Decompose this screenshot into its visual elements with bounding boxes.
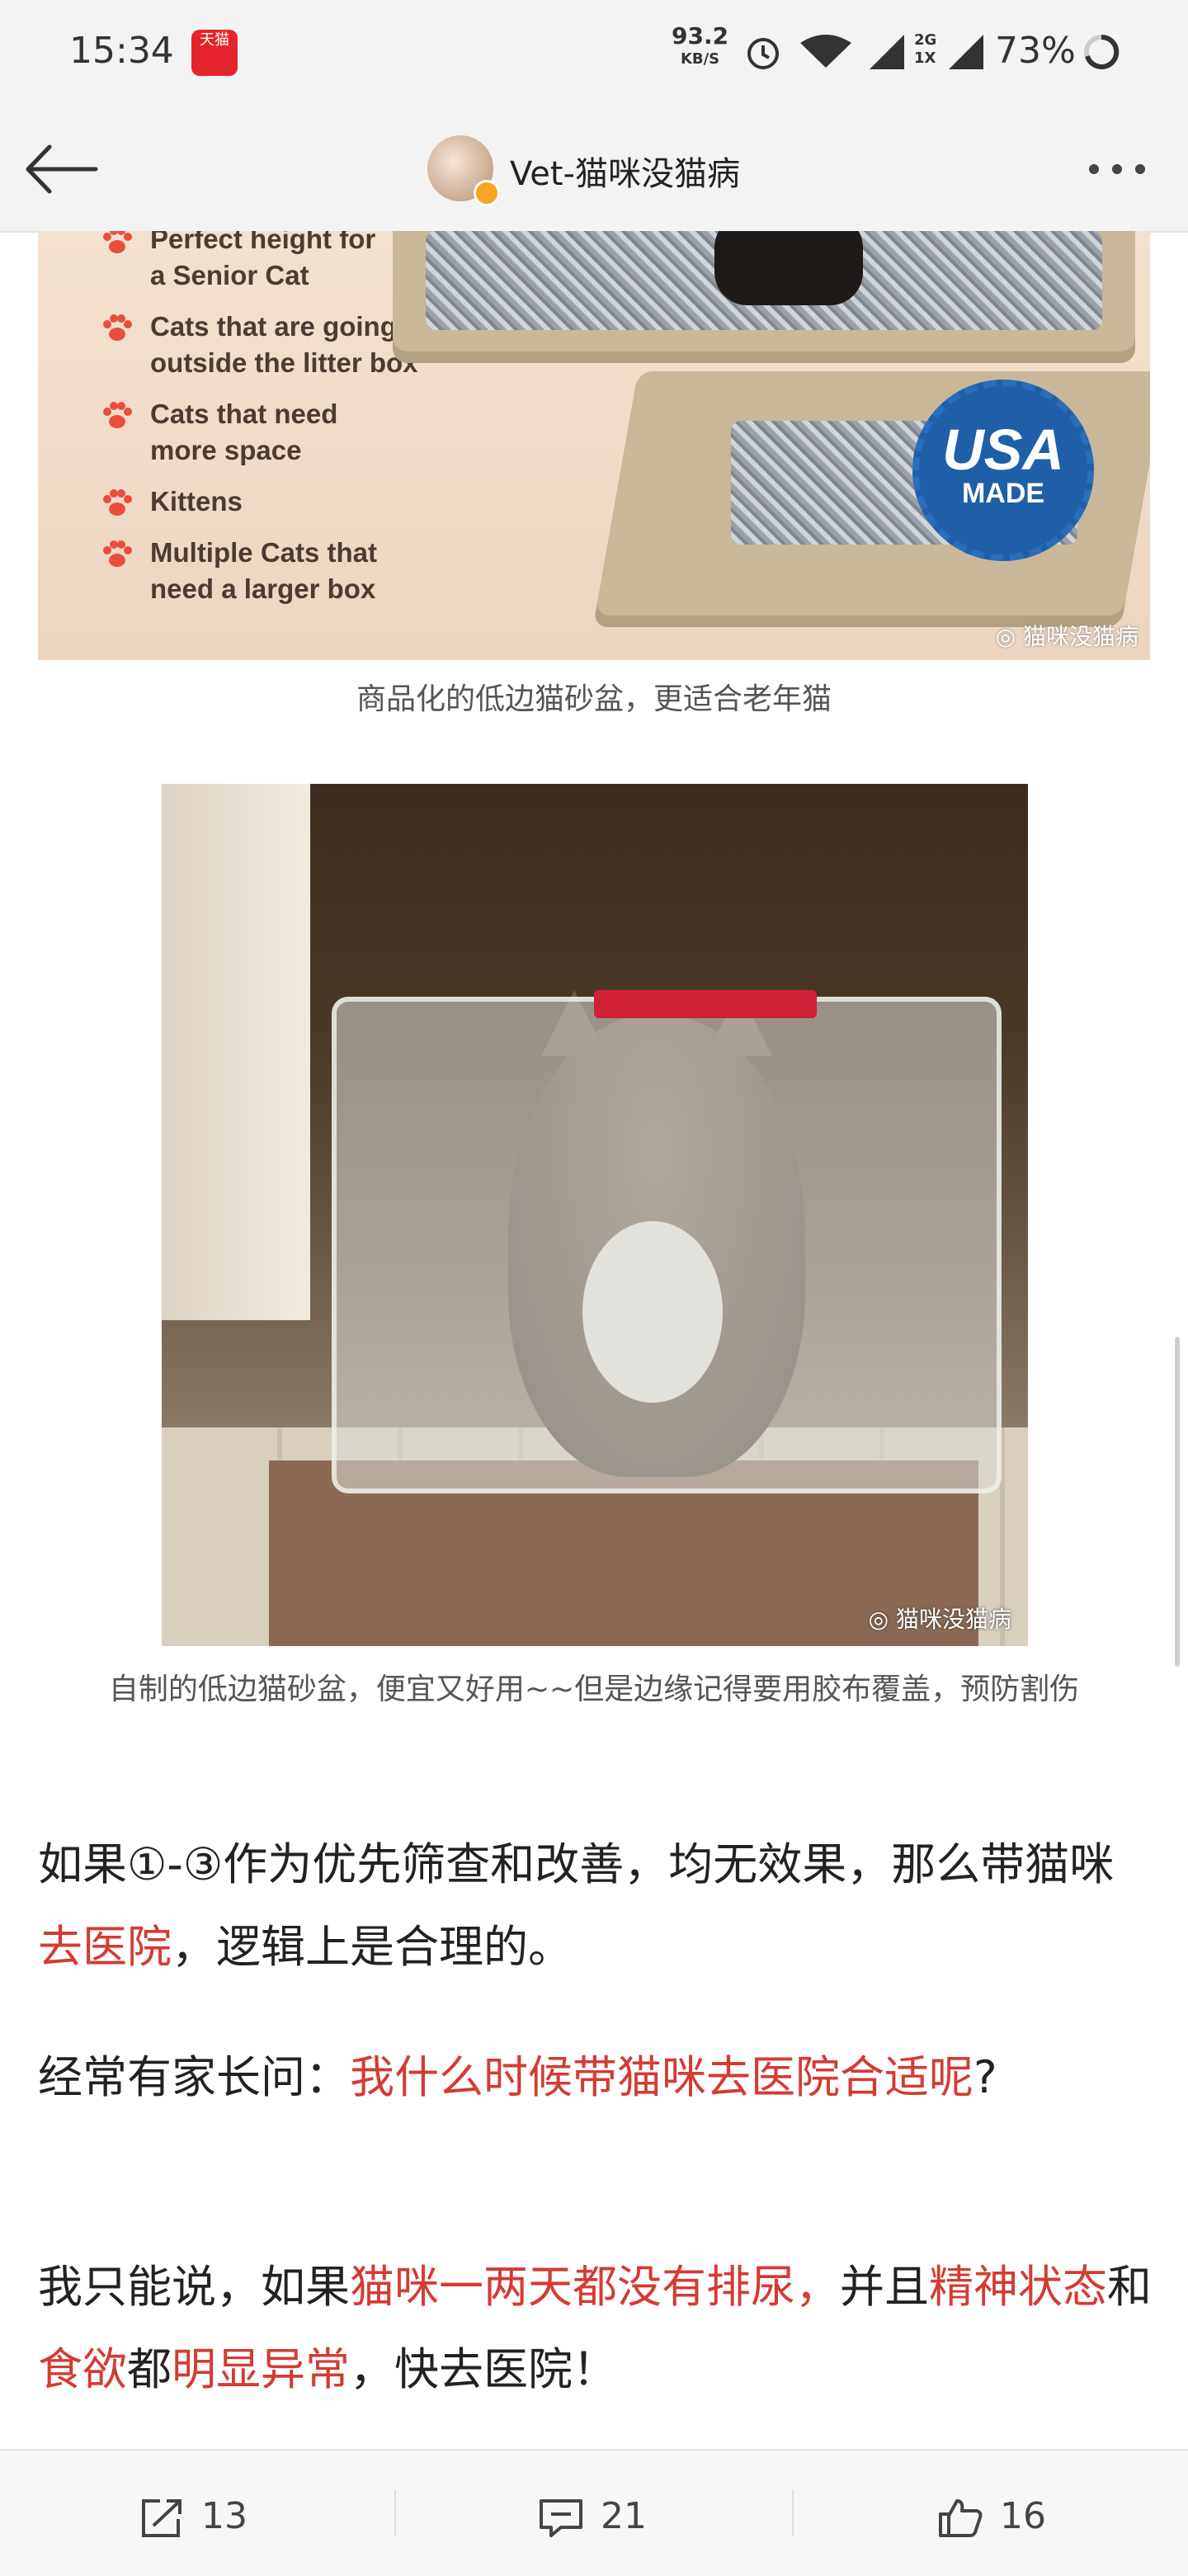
divider <box>792 2490 794 2536</box>
tmall-app-icon: 天猫 <box>191 30 238 76</box>
weibo-watermark: ◎ 猫咪没猫病 <box>995 623 1138 650</box>
paw-icon <box>103 402 132 428</box>
network-speed-unit: KB/S <box>680 50 720 68</box>
watermark-text: 猫咪没猫病 <box>1022 623 1138 650</box>
text: ，快去医院！ <box>350 2343 617 2395</box>
comment-button[interactable]: 21 <box>538 2492 647 2541</box>
text: ? <box>974 2051 997 2103</box>
feature-item: Kittens <box>101 484 398 520</box>
feature-item: Cats that need more space <box>101 396 398 469</box>
network-speed-value: 93.2 <box>672 22 729 50</box>
article-paragraph: 我只能说，如果猫咪一两天都没有排尿，并且精神状态和食欲都明显异常，快去医院！ <box>38 2246 1152 2411</box>
network-type-label: 2G 1X <box>914 31 937 67</box>
paw-icon <box>103 314 132 341</box>
highlight-text: 精神状态 <box>929 2261 1107 2313</box>
cell-signal-icon <box>870 35 904 69</box>
like-count: 16 <box>1000 2495 1046 2537</box>
status-bar: 15:34 天猫 93.2 KB/S 2G 1X 73% <box>0 0 1188 107</box>
cell-signal-2-icon <box>949 35 983 69</box>
tmall-icon-label: 天猫 <box>200 31 229 49</box>
text: 经常有家长问： <box>38 2051 350 2103</box>
feature-text: Perfect height for a Senior Cat <box>150 231 376 290</box>
feature-text: Kittens <box>150 486 243 517</box>
more-options-icon[interactable] <box>1089 162 1163 178</box>
weibo-watermark: ◎ 猫咪没猫病 <box>868 1606 1011 1633</box>
feature-item: Perfect height for a Senior Cat <box>101 231 398 294</box>
doorframe <box>162 784 310 1320</box>
highlight-text: 食欲 <box>38 2343 127 2395</box>
watermark-text: 猫咪没猫病 <box>895 1606 1011 1633</box>
share-button[interactable]: 13 <box>139 2492 248 2541</box>
paw-icon <box>103 489 132 516</box>
top-nav-bar: Vet-猫咪没猫病 <box>0 107 1188 233</box>
badge-made-text: MADE <box>961 478 1045 509</box>
paw-icon <box>103 231 132 253</box>
comment-count: 21 <box>601 2495 647 2537</box>
article-paragraph: 经常有家长问：我什么时候带猫咪去医院合适呢? <box>38 2036 1152 2119</box>
wifi-icon <box>800 35 851 68</box>
text: 如果①-③作为优先筛查和改善，均无效果，那么带猫咪 <box>38 1838 1115 1890</box>
text: 和 <box>1107 2261 1152 2313</box>
share-count: 13 <box>201 2495 248 2537</box>
divider <box>394 2490 396 2536</box>
alarm-icon <box>747 38 779 69</box>
battery-icon <box>1084 34 1120 69</box>
comment-icon <box>540 2499 582 2537</box>
usa-made-badge: USA MADE <box>912 380 1094 561</box>
highlight-text: 明显异常 <box>172 2343 350 2395</box>
battery-percent: 73% <box>995 30 1076 72</box>
image-caption: 商品化的低边猫砂盆，更适合老年猫 <box>356 682 832 716</box>
network-speed: 93.2 KB/S <box>672 25 728 71</box>
highlight-text: 我什么时候带猫咪去医院合适呢 <box>350 2051 974 2103</box>
verified-badge-icon <box>474 180 500 206</box>
text: 并且 <box>840 2261 929 2313</box>
highlight-text: 去医院 <box>38 1921 172 1973</box>
text: 我只能说，如果 <box>38 2261 350 2313</box>
highlight-text: 猫咪一两天都没有排尿， <box>350 2261 840 2313</box>
feature-text: Cats that need more space <box>150 399 338 465</box>
text: 都 <box>127 2343 172 2395</box>
scrollbar[interactable] <box>1175 1337 1180 1667</box>
status-time: 15:34 <box>69 30 174 72</box>
cat-in-tray <box>714 231 863 305</box>
bin-handle <box>594 990 817 1018</box>
author-name[interactable]: Vet-猫咪没猫病 <box>510 147 740 195</box>
cat-homemade-litter-box-photo[interactable]: ◎ 猫咪没猫病 <box>162 784 1028 1646</box>
text: ，逻辑上是合理的。 <box>172 1921 573 1973</box>
share-icon <box>142 2499 182 2537</box>
bottom-action-bar: 13 21 16 <box>0 2449 1188 2576</box>
like-button[interactable]: 16 <box>937 2492 1046 2541</box>
thumbs-up-icon <box>939 2499 983 2537</box>
feature-text: Cats that are going outside the litter b… <box>150 311 418 378</box>
article-paragraph: 如果①-③作为优先筛查和改善，均无效果，那么带猫咪去医院，逻辑上是合理的。 <box>38 1823 1152 1989</box>
image-caption: 自制的低边猫砂盆，便宜又好用~~但是边缘记得要用胶布覆盖，预防割伤 <box>108 1673 1080 1706</box>
back-arrow-icon[interactable] <box>25 140 99 198</box>
feature-text: Multiple Cats that need a larger box <box>150 537 378 604</box>
paw-icon <box>103 540 132 567</box>
litter-box-product-image[interactable]: Perfect height for a Senior Cat Cats tha… <box>38 231 1150 660</box>
plastic-bin <box>332 997 1002 1493</box>
badge-usa-text: USA <box>942 418 1064 482</box>
feature-item: Multiple Cats that need a larger box <box>101 535 431 607</box>
